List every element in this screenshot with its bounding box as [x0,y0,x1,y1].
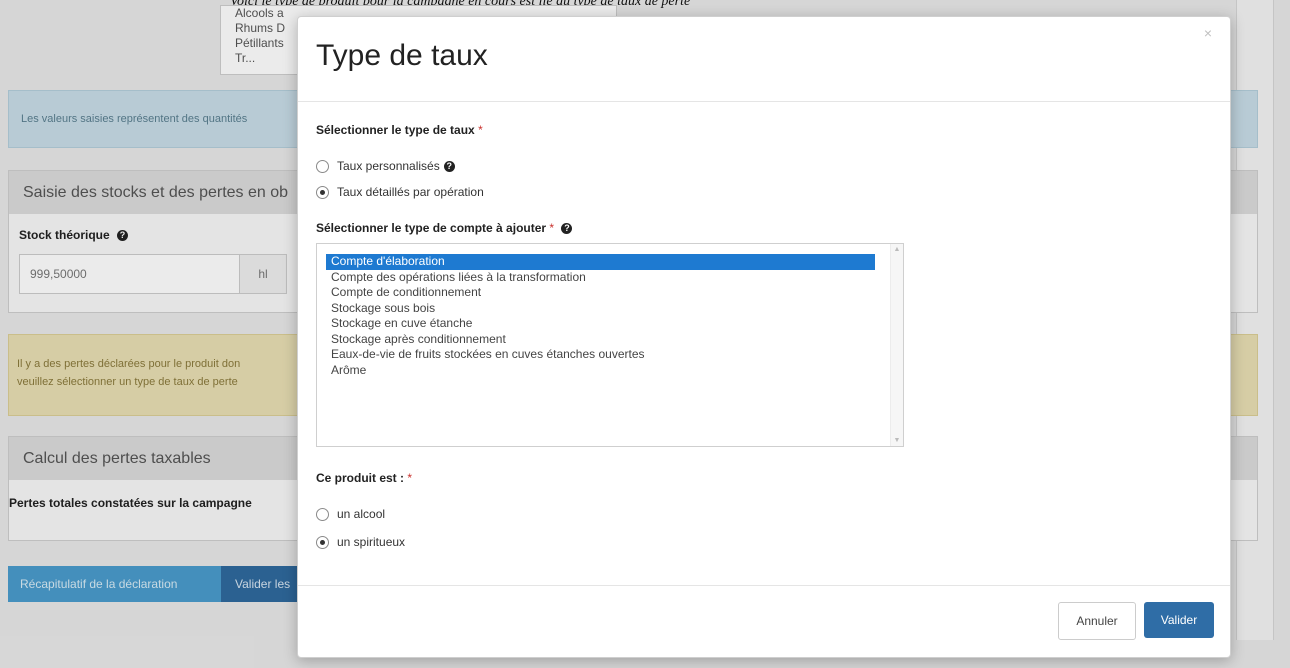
radio-label[interactable]: un alcool [337,507,385,521]
radio-taux-detailles[interactable]: Taux détaillés par opération [316,185,484,199]
rate-type-modal: Type de taux × Sélectionner le type de t… [297,16,1231,658]
listbox-option[interactable]: Stockage après conditionnement [317,332,893,348]
account-type-label: Sélectionner le type de compte à ajouter… [316,221,573,235]
product-label: Ce produit est : * [316,471,412,485]
modal-footer: Annuler Valider [298,585,1230,658]
scroll-down-icon[interactable]: ▼ [893,437,901,444]
help-icon[interactable]: ? [561,223,573,235]
account-type-label-text: Sélectionner le type de compte à ajouter [316,221,547,235]
required-mark: * [407,471,413,485]
required-mark: * [549,221,555,235]
listbox-option[interactable]: Stockage en cuve étanche [317,316,893,332]
radio-label[interactable]: Taux détaillés par opération [337,185,484,199]
listbox-scrollbar[interactable]: ▲ ▼ [890,244,903,446]
cancel-button[interactable]: Annuler [1058,602,1136,640]
account-type-listbox[interactable]: Compte d'élaboration Compte des opératio… [316,243,904,447]
modal-header: Type de taux × [298,17,1230,102]
radio-alcool[interactable]: un alcool [316,507,385,521]
help-icon[interactable]: ? [443,160,455,172]
listbox-option[interactable]: Compte des opérations liées à la transfo… [317,270,893,286]
listbox-option[interactable]: Compte de conditionnement [317,285,893,301]
listbox-option[interactable]: Eaux-de-vie de fruits stockées en cuves … [317,347,893,363]
listbox-option[interactable]: Stockage sous bois [317,301,893,317]
radio-button-checked[interactable] [316,185,329,199]
radio-label[interactable]: Taux personnalisés [337,159,440,173]
radio-button-checked[interactable] [316,535,329,549]
rate-type-label-text: Sélectionner le type de taux [316,123,475,137]
scroll-up-icon[interactable]: ▲ [893,246,901,253]
rate-type-label: Sélectionner le type de taux * [316,123,483,137]
listbox-option[interactable]: Arôme [317,363,893,379]
close-icon[interactable]: × [1204,25,1212,41]
modal-title: Type de taux [316,39,488,72]
radio-button[interactable] [316,159,329,173]
radio-spiritueux[interactable]: un spiritueux [316,535,405,549]
radio-button[interactable] [316,507,329,521]
listbox-option-selected[interactable]: Compte d'élaboration [326,254,875,270]
product-label-text: Ce produit est : [316,471,405,485]
required-mark: * [478,123,483,137]
submit-button[interactable]: Valider [1144,602,1214,638]
radio-label[interactable]: un spiritueux [337,535,405,549]
radio-taux-personnalises[interactable]: Taux personnalisés ? [316,159,455,173]
